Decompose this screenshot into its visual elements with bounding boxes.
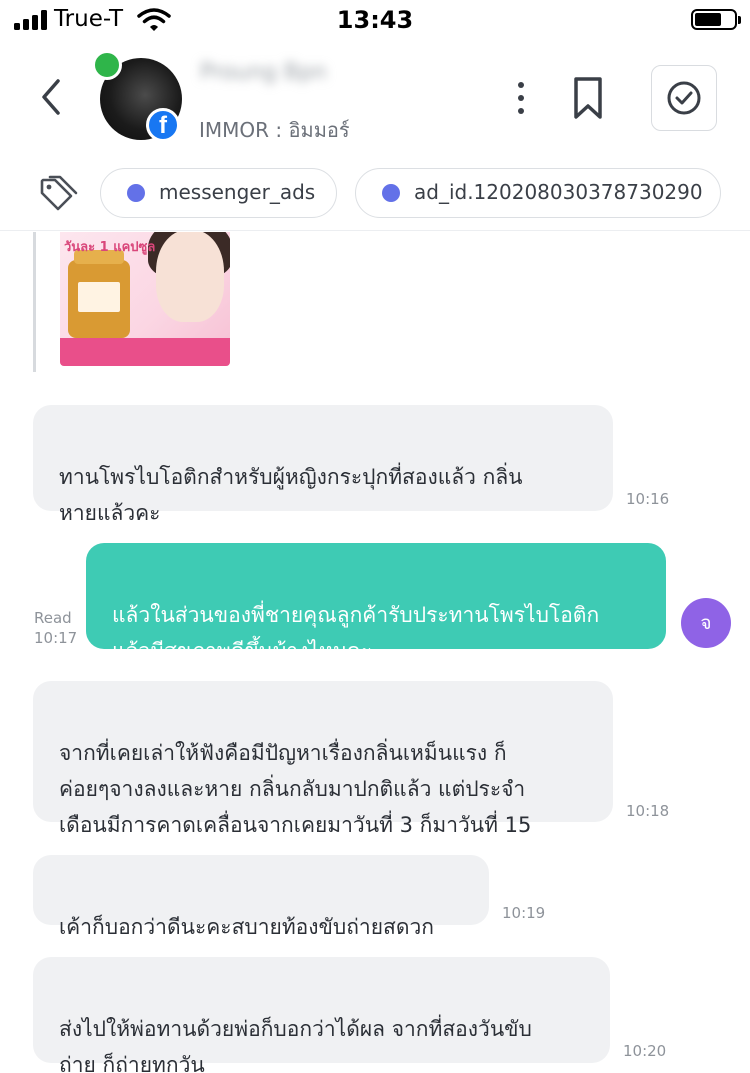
- message-time: 10:16: [626, 490, 670, 508]
- read-time: 10:17: [34, 629, 78, 647]
- tag-icon: [40, 175, 78, 211]
- page-name: IMMOR : อิมมอร์: [199, 118, 350, 142]
- message-time: 10:19: [502, 904, 546, 922]
- tag-chip-messenger-ads[interactable]: messenger_ads: [100, 168, 337, 218]
- message-text: ส่งไปให้พ่อทานด้วยพ่อก็บอกว่าได้ผล จากที…: [59, 1017, 532, 1073]
- message-text: ทานโพรไบโอติกสำหรับผู้หญิงกระปุกที่สองแล…: [59, 465, 523, 525]
- tags-row: messenger_ads ad_id.120208030378730290: [0, 165, 750, 231]
- contact-avatar-group[interactable]: f: [92, 50, 186, 142]
- check-circle-icon: [667, 81, 700, 114]
- message-text: จากที่เคยเล่าให้ฟังคือมีปัญหาเรื่องกลิ่น…: [59, 741, 532, 837]
- resolve-button[interactable]: [651, 65, 717, 131]
- incoming-message-bubble[interactable]: ส่งไปให้พ่อทานด้วยพ่อก็บอกว่าได้ผล จากที…: [33, 957, 610, 1073]
- status-bar: True-T 13:43: [0, 0, 750, 40]
- message-text: เค้าก็บอกว่าดีนะคะสบายท้องขับถ่ายสดวก: [59, 915, 434, 939]
- ad-caption: วันละ 1 แคปซูล: [64, 240, 156, 255]
- line-badge-icon: [92, 50, 122, 80]
- message-text: แล้วในส่วนของพี่ชายคุณลูกค้ารับประทานโพร…: [112, 603, 600, 663]
- tag-color-dot: [382, 184, 400, 202]
- battery-icon: [691, 9, 741, 30]
- status-clock: 13:43: [336, 6, 414, 34]
- more-options-button[interactable]: [506, 78, 536, 118]
- quote-bar: [33, 232, 36, 372]
- back-button[interactable]: [32, 75, 72, 119]
- contact-name: Proung Bpn: [200, 60, 327, 85]
- ad-banner-strip: [60, 338, 230, 366]
- agent-avatar: จ: [681, 598, 731, 648]
- incoming-message-bubble[interactable]: ทานโพรไบโอติกสำหรับผู้หญิงกระปุกที่สองแล…: [33, 405, 613, 525]
- facebook-icon: f: [146, 108, 180, 142]
- tag-chip-ad-id[interactable]: ad_id.120208030378730290: [355, 168, 721, 218]
- tag-label: ad_id.120208030378730290: [414, 180, 703, 204]
- ad-product-bottle: [68, 250, 130, 338]
- tag-label: messenger_ads: [159, 180, 316, 204]
- incoming-message-bubble[interactable]: เค้าก็บอกว่าดีนะคะสบายท้องขับถ่ายสดวก: [33, 855, 489, 939]
- conversation-header: f Proung Bpn IMMOR : อิมมอร์: [0, 40, 750, 160]
- message-thread[interactable]: วันละ 1 แคปซูล ทานโพรไบโอติกสำหรับผู้หญิ…: [0, 232, 750, 1073]
- read-status: Read: [34, 609, 72, 627]
- message-time: 10:20: [623, 1042, 667, 1060]
- message-time: 10:18: [626, 802, 670, 820]
- outgoing-message-bubble[interactable]: แล้วในส่วนของพี่ชายคุณลูกค้ารับประทานโพร…: [86, 543, 666, 663]
- ad-preview-image[interactable]: วันละ 1 แคปซูล: [60, 232, 230, 366]
- tag-color-dot: [127, 184, 145, 202]
- ad-model-face: [156, 232, 224, 322]
- incoming-message-bubble[interactable]: จากที่เคยเล่าให้ฟังคือมีปัญหาเรื่องกลิ่น…: [33, 681, 613, 837]
- bookmark-button[interactable]: [568, 75, 608, 121]
